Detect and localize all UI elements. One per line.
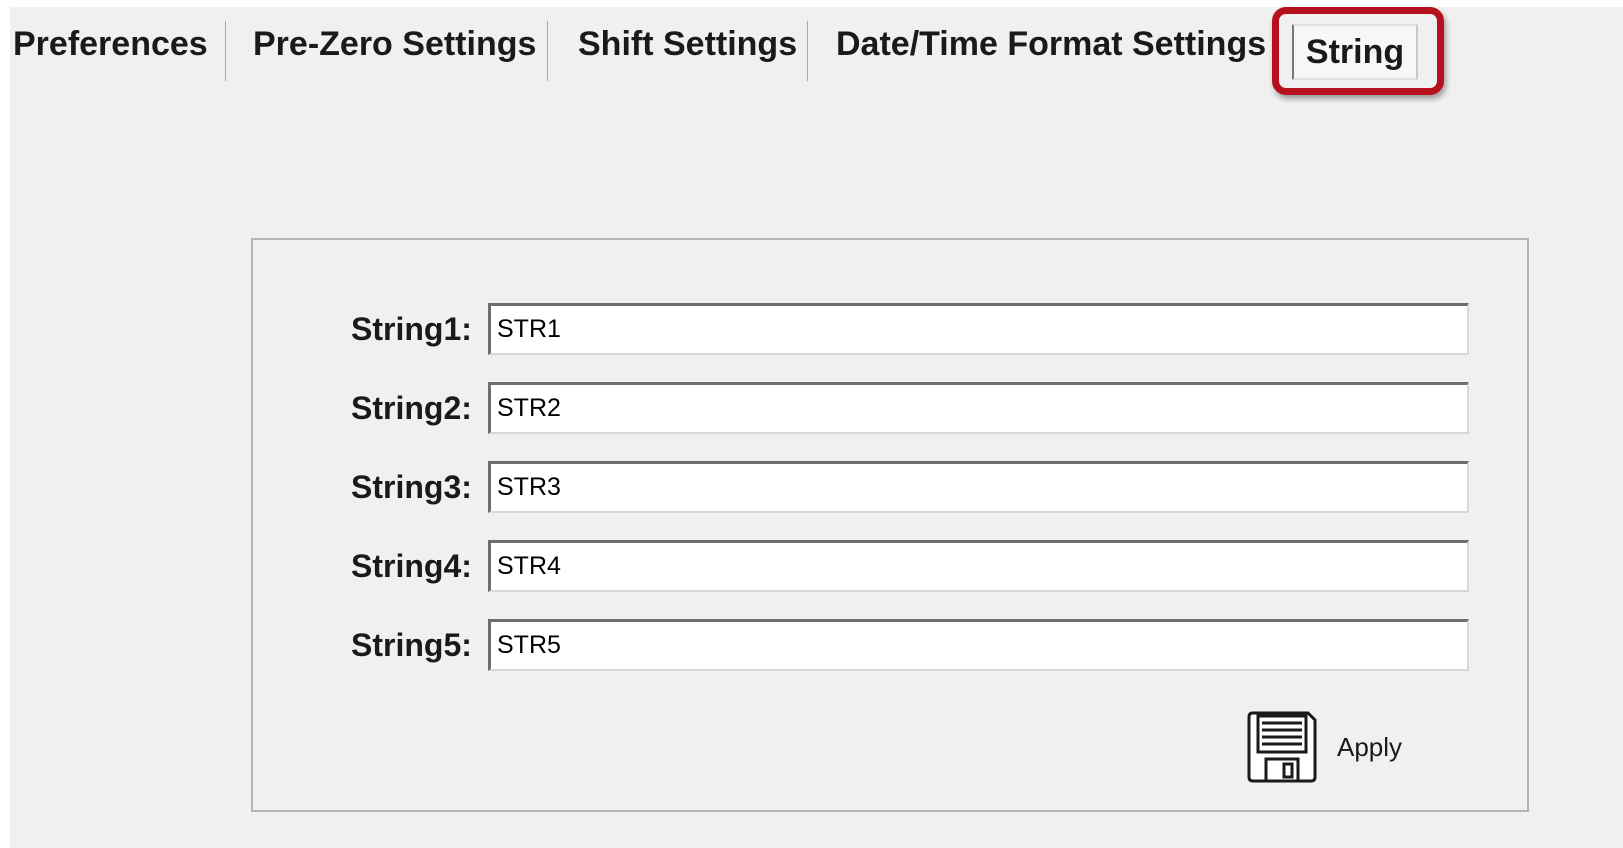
string4-input[interactable] — [488, 540, 1469, 592]
string3-row: String3: — [253, 461, 1527, 513]
apply-label: Apply — [1337, 732, 1403, 762]
tab-divider — [547, 21, 548, 81]
string2-input[interactable] — [488, 382, 1469, 434]
tab-shift-settings[interactable]: Shift Settings — [578, 27, 797, 61]
string5-row: String5: — [253, 619, 1527, 671]
string2-label: String2: — [351, 390, 472, 426]
settings-window: Preferences Pre-Zero Settings Shift Sett… — [10, 7, 1623, 848]
string4-row: String4: — [253, 540, 1527, 592]
apply-button[interactable]: Apply — [1246, 710, 1416, 784]
string2-row: String2: — [253, 382, 1527, 434]
tab-pre-zero-settings[interactable]: Pre-Zero Settings — [253, 27, 536, 61]
tab-highlight-box — [1272, 7, 1444, 95]
tab-divider — [807, 21, 808, 81]
string1-label: String1: — [351, 311, 472, 347]
string3-label: String3: — [351, 469, 472, 505]
string5-input[interactable] — [488, 619, 1469, 671]
string-settings-panel: String1: String2: String3: String4: Stri… — [251, 238, 1529, 812]
tab-bar: Preferences Pre-Zero Settings Shift Sett… — [10, 7, 1623, 97]
floppy-disk-icon — [1247, 711, 1317, 783]
string1-row: String1: — [253, 303, 1527, 355]
string1-input[interactable] — [488, 303, 1469, 355]
string5-label: String5: — [351, 627, 472, 663]
string4-label: String4: — [351, 548, 472, 584]
tab-preferences[interactable]: Preferences — [13, 27, 208, 61]
string3-input[interactable] — [488, 461, 1469, 513]
tab-divider — [225, 21, 226, 81]
tab-date-time-format-settings[interactable]: Date/Time Format Settings — [836, 27, 1266, 61]
